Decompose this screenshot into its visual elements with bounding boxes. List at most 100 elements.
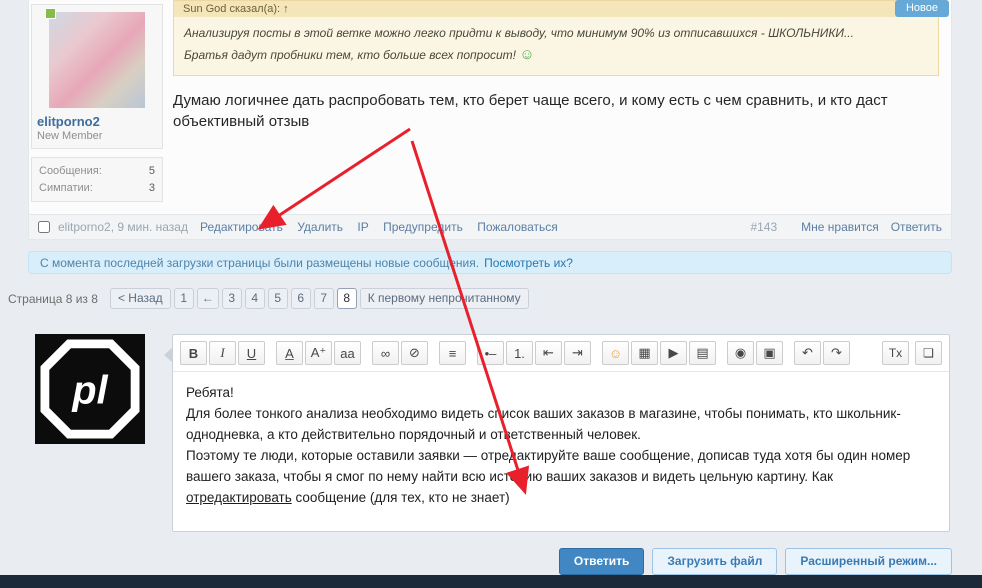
page-button-7[interactable]: 7: [314, 288, 334, 309]
page-button-4[interactable]: 4: [245, 288, 265, 309]
italic-button[interactable]: I: [209, 341, 236, 365]
reply-button[interactable]: Ответить: [559, 548, 644, 575]
editor-line-2: Для более тонкого анализа необходимо вид…: [186, 404, 936, 446]
page-button-5[interactable]: 5: [268, 288, 288, 309]
editor-line-1: Ребята!: [186, 383, 936, 404]
post-body-text: Думаю логичнее дать распробовать тем, кт…: [173, 90, 918, 133]
stat-row-likes: Симпатии: 3: [39, 180, 155, 197]
forum-page: elitporno2 New Member Сообщения: 5 Симпа…: [0, 0, 982, 588]
upload-file-button[interactable]: Загрузить файл: [652, 548, 777, 575]
unordered-list-button[interactable]: •–: [477, 341, 504, 365]
save-draft-button[interactable]: ▣: [756, 341, 783, 365]
notice-text: С момента последней загрузки страницы бы…: [40, 256, 479, 270]
stat-row-messages: Сообщения: 5: [39, 163, 155, 180]
select-post-checkbox[interactable]: [38, 221, 50, 233]
new-messages-notice: С момента последней загрузки страницы бы…: [28, 251, 952, 274]
post-meta: elitporno2, 9 мин. назад: [58, 220, 188, 234]
camera-button[interactable]: ◉: [727, 341, 754, 365]
reply-link[interactable]: Ответить: [891, 220, 942, 234]
page-button-6[interactable]: 6: [291, 288, 311, 309]
post-message: elitporno2 New Member Сообщения: 5 Симпа…: [28, 0, 952, 240]
post-moderation-links: Редактировать Удалить IP Предупредить По…: [200, 220, 569, 234]
smilies-button[interactable]: ☺: [602, 341, 629, 365]
author-user-title: New Member: [37, 130, 157, 142]
grin-emoji-icon: ☺: [519, 46, 534, 63]
remove-formatting-button[interactable]: Tx: [882, 341, 909, 365]
toolbar-group-link: ∞ ⊘: [372, 341, 430, 365]
warn-link[interactable]: Предупредить: [383, 220, 463, 234]
page-button-3[interactable]: 3: [222, 288, 242, 309]
author-avatar[interactable]: [49, 12, 145, 108]
toolbar-group-history: ↶ ↷: [794, 341, 852, 365]
page-button-1[interactable]: 1: [174, 288, 194, 309]
quote-line-1: Анализируя посты в этой ветке можно легк…: [184, 26, 854, 40]
stat-value: 3: [149, 180, 155, 197]
post-author-column: elitporno2 New Member Сообщения: 5 Симпа…: [31, 4, 163, 202]
page-range-button[interactable]: ←: [197, 288, 219, 309]
post-footer-actions: #143 Мне нравится Ответить: [750, 220, 942, 234]
page-indicator: Страница 8 из 8: [8, 292, 98, 306]
delete-link[interactable]: Удалить: [297, 220, 343, 234]
quote-header[interactable]: Sun God сказал(а): ↑: [174, 1, 938, 17]
like-link[interactable]: Мне нравится: [801, 220, 879, 234]
reply-editor: B I U A A⁺ aa ∞ ⊘ ≡ •– 1. ⇤ ⇥: [172, 334, 950, 532]
pl-logo-text: pl: [71, 368, 108, 412]
text-color-button[interactable]: A: [276, 341, 303, 365]
pl-logo: pl: [35, 334, 145, 444]
ordered-list-button[interactable]: 1.: [506, 341, 533, 365]
back-button[interactable]: < Назад: [110, 288, 171, 309]
outdent-button[interactable]: ⇤: [535, 341, 562, 365]
post-number[interactable]: #143: [750, 220, 777, 234]
report-link[interactable]: Пожаловаться: [477, 220, 558, 234]
underline-button[interactable]: U: [238, 341, 265, 365]
editor-beak: [164, 347, 173, 363]
font-size-button[interactable]: A⁺: [305, 341, 332, 365]
editor-line-3-tail: сообщение (для тех, кто не знает): [292, 490, 510, 505]
bold-button[interactable]: B: [180, 341, 207, 365]
page-footer-bar: [0, 575, 982, 588]
quote-line-2: Братья дадут пробники тем, кто больше вс…: [184, 48, 516, 62]
toolbar-group-align: ≡: [439, 341, 468, 365]
media-button[interactable]: ▶: [660, 341, 687, 365]
pagination: Страница 8 из 8 < Назад 1 ← 3 4 5 6 7 8 …: [8, 288, 532, 309]
editor-line-3: Поэтому те люди, которые оставили заявки…: [186, 446, 936, 509]
post-footer: elitporno2, 9 мин. назад Редактировать У…: [29, 214, 951, 239]
first-unread-button[interactable]: К первому непрочитанному: [360, 288, 529, 309]
code-button[interactable]: ▤: [689, 341, 716, 365]
redo-button[interactable]: ↷: [823, 341, 850, 365]
stat-value: 5: [149, 163, 155, 180]
quote-block: Sun God сказал(а): ↑ Анализируя посты в …: [173, 0, 939, 76]
editor-text-area[interactable]: Ребята! Для более тонкого анализа необхо…: [173, 372, 949, 520]
page-button-8-current[interactable]: 8: [337, 288, 357, 309]
toolbar-right-group: Tx ❏: [876, 341, 942, 365]
advanced-mode-button[interactable]: Расширенный режим...: [785, 548, 952, 575]
insert-link-button[interactable]: ∞: [372, 341, 399, 365]
edit-link[interactable]: Редактировать: [200, 220, 283, 234]
unlink-button[interactable]: ⊘: [401, 341, 428, 365]
toolbar-group-lists: •– 1. ⇤ ⇥: [477, 341, 593, 365]
toolbar-group-font: A A⁺ aa: [276, 341, 363, 365]
toolbar-group-format: B I U: [180, 341, 267, 365]
stat-label: Симпатии:: [39, 180, 93, 197]
alignment-button[interactable]: ≡: [439, 341, 466, 365]
stat-label: Сообщения:: [39, 163, 102, 180]
new-posts-button[interactable]: Новое: [895, 0, 949, 17]
editor-toolbar: B I U A A⁺ aa ∞ ⊘ ≡ •– 1. ⇤ ⇥: [173, 335, 949, 372]
editor-buttons: Ответить Загрузить файл Расширенный режи…: [551, 548, 952, 575]
quote-body: Анализируя посты в этой ветке можно легк…: [174, 17, 938, 75]
editor-line-3-text: Поэтому те люди, которые оставили заявки…: [186, 448, 910, 484]
edit-howto-link[interactable]: отредактировать: [186, 490, 292, 505]
view-new-messages-link[interactable]: Посмотреть их?: [484, 256, 573, 270]
undo-button[interactable]: ↶: [794, 341, 821, 365]
indent-button[interactable]: ⇥: [564, 341, 591, 365]
post-content: Sun God сказал(а): ↑ Анализируя посты в …: [173, 0, 939, 132]
font-family-button[interactable]: aa: [334, 341, 361, 365]
toolbar-group-insert: ☺ ▦ ▶ ▤: [602, 341, 718, 365]
author-stats: Сообщения: 5 Симпатии: 3: [31, 157, 163, 202]
ip-link[interactable]: IP: [357, 220, 368, 234]
image-button[interactable]: ▦: [631, 341, 658, 365]
toolbar-group-media: ◉ ▣: [727, 341, 785, 365]
current-user-avatar[interactable]: pl: [35, 334, 145, 444]
drafts-button[interactable]: ❏: [915, 341, 942, 365]
author-username-link[interactable]: elitporno2: [37, 114, 157, 129]
